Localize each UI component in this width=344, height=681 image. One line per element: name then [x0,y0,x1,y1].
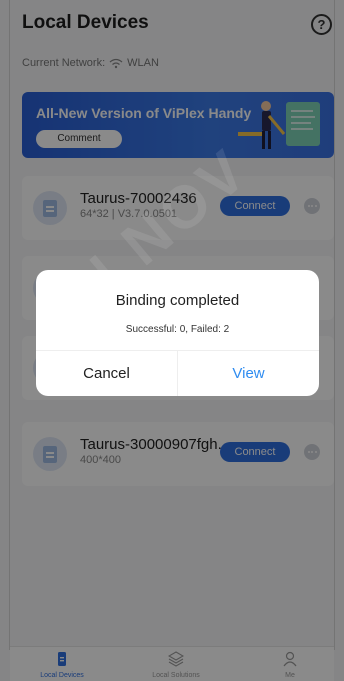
dialog-message: Successful: 0, Failed: 2 [125,324,230,335]
view-button[interactable]: View [178,351,319,396]
cancel-button[interactable]: Cancel [36,351,177,396]
dialog-title: Binding completed [115,292,240,309]
binding-result-dialog: Binding completed Successful: 0, Failed:… [36,270,319,396]
